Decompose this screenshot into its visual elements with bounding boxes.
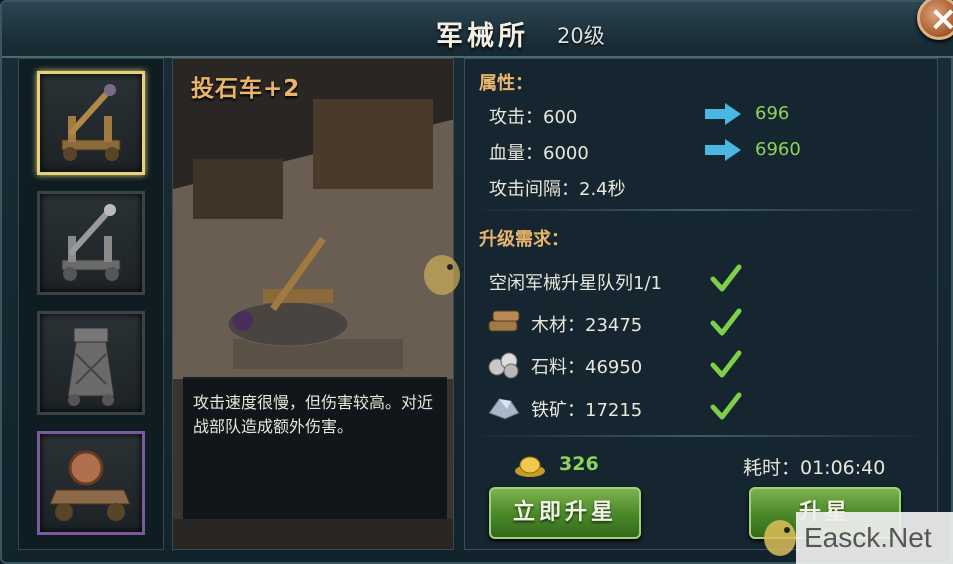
attack-stat: 攻击：600 [489,107,578,128]
stone-icon [488,352,519,379]
catapult-icon [61,84,121,161]
close-icon: × [929,0,953,39]
check-icon [710,264,742,292]
requirements-title: 升级需求： [479,229,569,250]
check-icon [710,308,742,336]
check-icon [710,392,742,420]
title-bar: 军械所 20级 [2,2,953,58]
info-panel: 属性： 攻击：600 696 血量：6000 6960 攻击间隔：2.4秒 升级… [464,58,938,550]
instant-upgrade-button[interactable]: 立即升星 [489,487,641,539]
gold-cost: 326 [559,453,599,475]
armory-window: 军械所 20级 投石车+2 攻击速度很慢，但伤害较高。对近战部队造成额外伤害。 … [0,0,953,564]
divider [471,435,931,437]
attributes-title: 属性： [479,73,533,94]
unit-slot-catapult[interactable] [37,191,145,295]
siege-tower-icon [67,327,115,406]
attack-new-value: 696 [755,103,790,124]
iron-requirement: 铁矿：17215 [531,400,643,421]
unit-slot-battering-cart[interactable] [37,431,145,535]
attack-interval-stat: 攻击间隔：2.4秒 [489,179,626,200]
catapult-gray-icon [61,204,121,281]
unit-description: 攻击速度很慢，但伤害较高。对近战部队造成额外伤害。 [183,377,447,519]
watermark: Easck.Net [796,512,953,564]
arrow-right-icon [705,103,741,125]
queue-requirement: 空闲军械升星队列1/1 [489,273,662,294]
unit-name: 投石车+2 [191,76,301,102]
unit-list [18,58,164,550]
stone-requirement: 石料：46950 [531,357,643,378]
unit-slot-siege-tower[interactable] [37,311,145,415]
arrow-right-icon [705,139,741,161]
check-icon [710,350,742,378]
unit-slot-catapult-plus2[interactable] [37,71,145,175]
divider [471,209,931,211]
upgrade-time: 耗时：01:06:40 [743,457,886,479]
unit-preview: 投石车+2 攻击速度很慢，但伤害较高。对近战部队造成额外伤害。 [172,58,454,550]
watermark-mascot-icon [764,520,796,556]
window-title: 军械所 [436,21,529,52]
battering-cart-icon [49,450,131,521]
wood-requirement: 木材：23475 [531,315,643,336]
building-level: 20级 [557,24,605,48]
wood-icon [488,310,520,332]
iron-ore-icon [488,398,520,420]
gold-ingot-icon [515,456,545,477]
hp-stat: 血量：6000 [489,143,589,164]
hp-new-value: 6960 [755,139,801,160]
watermark-mascot-icon [424,255,460,295]
